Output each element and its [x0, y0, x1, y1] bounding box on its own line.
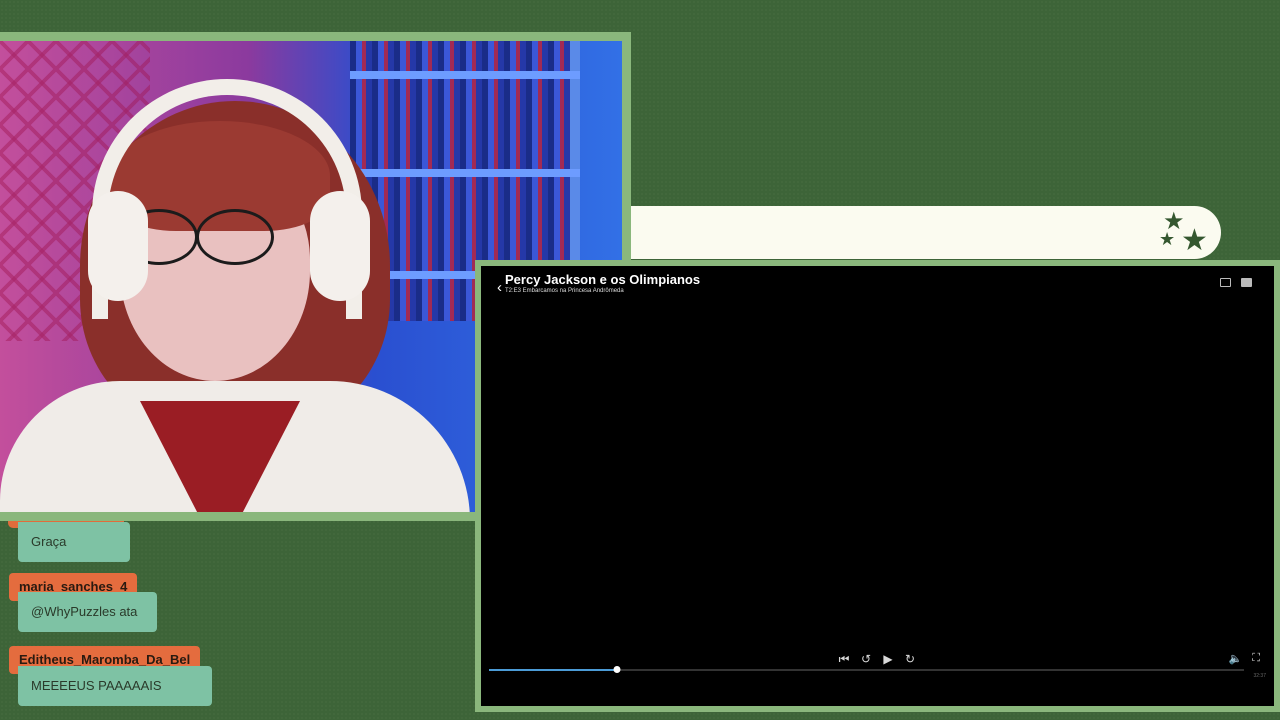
progress-handle[interactable]: [613, 666, 621, 673]
chat-panel: Graça maria_sanches_4 @WhyPuzzles ata Ed…: [0, 521, 470, 720]
video-player[interactable]: ‹ Percy Jackson e os Olimpianos T2:E3 Em…: [475, 260, 1280, 712]
player-right-controls: 🔈 ⛶: [1229, 652, 1260, 665]
headphones-earcup-right: [310, 191, 370, 301]
chat-message-text: MEEEEUS PAAAAAIS: [18, 666, 212, 706]
headphones-earcup-left: [88, 191, 148, 301]
chat-message-text: @WhyPuzzles ata: [18, 592, 157, 632]
episode-title: T2:E3 Embarcamos na Princesa Andrômeda: [505, 288, 624, 294]
rewind-10-icon[interactable]: ↺: [859, 652, 873, 666]
progress-bar[interactable]: [489, 666, 1244, 673]
volume-icon[interactable]: 🔈: [1229, 652, 1243, 665]
forward-10-icon[interactable]: ↻: [903, 652, 917, 666]
overlay-title-bar: ★ ★ ★: [631, 206, 1221, 259]
progress-fill: [489, 669, 618, 671]
fullscreen-icon[interactable]: ⛶: [1252, 652, 1260, 665]
shelf-board: [350, 169, 580, 177]
stars-icon: ★ ★ ★: [1159, 208, 1208, 257]
show-title: Percy Jackson e os Olimpianos: [505, 272, 701, 287]
subtitles-icon[interactable]: [1241, 278, 1252, 287]
chat-message-text: Graça: [18, 522, 130, 562]
shelf-board: [350, 71, 580, 79]
player-top-icons: [1220, 278, 1252, 287]
play-icon[interactable]: ▶: [881, 652, 895, 666]
time-remaining: 32:37: [1253, 673, 1266, 679]
cast-icon[interactable]: [1220, 278, 1231, 287]
playback-controls: ⏮ ↺ ▶ ↻: [837, 652, 917, 666]
skip-previous-icon[interactable]: ⏮: [837, 652, 851, 666]
